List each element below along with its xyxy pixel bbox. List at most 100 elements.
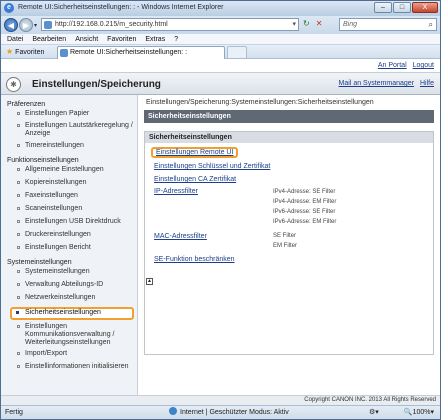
protected-mode-icon[interactable]: ⚙▾ [369,406,379,420]
ip-filter-value: IPv6-Adresse: SE Filter [273,209,336,215]
url-text[interactable]: http://192.168.0.215/m_security.html [55,21,168,28]
browser-window: e Remote UI:Sicherheitseinstellungen: : … [0,0,441,420]
sidebar-section-system: Systemeinstellungen [7,259,72,266]
status-text: Fertig [5,409,23,416]
sidebar-item-kommunikation[interactable]: Einstellungen Kommunikationsverwaltung /… [1,320,137,350]
menu-datei[interactable]: Datei [7,34,23,44]
zoom-icon: 🔍 [403,409,413,416]
copyright: Copyright CANON INC. 2013 All Rights Res… [1,395,440,405]
search-icon[interactable]: ⌕ [429,20,433,30]
tab-favicon-icon [60,49,68,57]
sidebar-item-label[interactable]: Einstellungen USB Direktdruck [25,218,121,225]
menu-help[interactable]: ? [174,34,178,44]
mac-filter-value: SE Filter [273,233,297,239]
sidebar-item-scan[interactable]: Scaneinstellungen [1,205,137,218]
sidebar-item-label[interactable]: Sicherheitseinstellungen [25,309,101,316]
sidebar-item-import-export[interactable]: Import/Export [1,350,137,363]
main-area: Einstellungen/Speicherung:Systemeinstell… [142,95,438,395]
sidebar-section-funktion: Funktionseinstellungen [7,157,79,164]
sidebar-item-label[interactable]: Scaneinstellungen [25,205,82,212]
sidebar-item-label[interactable]: Timereinstellungen [25,142,84,149]
sidebar-item-sicherheit[interactable]: Sicherheitseinstellungen [10,307,134,320]
minimize-button[interactable]: – [374,2,392,13]
browser-tab[interactable]: Remote UI:Sicherheitseinstellungen: : [57,46,225,59]
security-zone[interactable]: Internet | Geschützter Modus: Aktiv [169,406,289,420]
sidebar-item-label[interactable]: Faxeinstellungen [25,192,78,199]
sidebar-item-label[interactable]: Kopiereinstellungen [25,179,87,186]
bullet-icon [17,168,20,171]
help-link[interactable]: Hilfe [420,80,434,87]
title-bar: e Remote UI:Sicherheitseinstellungen: : … [1,1,440,16]
ip-filter-value: IPv4-Adresse: SE Filter [273,189,336,195]
sidebar-item-label[interactable]: Einstellungen Bericht [25,244,91,251]
zoom-level[interactable]: 🔍100%▾ [404,406,434,420]
url-dropdown-icon[interactable]: ▾ [292,20,296,28]
menu-ansicht[interactable]: Ansicht [75,34,98,44]
sidebar-item-label[interactable]: Einstellungen Kommunikationsverwaltung /… [25,323,115,346]
new-tab-button[interactable] [227,46,247,58]
sidebar-item-label[interactable]: Einstellungen Papier [25,110,89,117]
sidebar-item-label[interactable]: Verwaltung Abteilungs-ID [25,281,103,288]
sidebar-item-lautstaerke[interactable]: Einstellungen Lautstärkeregelung / Anzei… [1,122,137,142]
sidebar-item-abteilung[interactable]: Verwaltung Abteilungs-ID [1,281,137,294]
page-top-icon[interactable]: ▲ [146,278,153,285]
url-field[interactable]: http://192.168.0.215/m_security.html ▾ [41,18,299,31]
sidebar-item-label[interactable]: Einstellinformationen initialisieren [25,363,129,370]
back-button[interactable]: ◀ [4,18,18,32]
zoom-value: 100% [412,409,431,416]
sidebar-item-timer[interactable]: Timereinstellungen [1,142,137,155]
sidebar-item-system[interactable]: Systemeinstellungen [1,268,137,281]
tab-title: Remote UI:Sicherheitseinstellungen: : [70,49,188,56]
sidebar-item-bericht[interactable]: Einstellungen Bericht [1,244,137,257]
favorites-label: Favoriten [15,49,45,56]
panel-title: Sicherheitseinstellungen [145,132,433,143]
sidebar-item-kopie[interactable]: Kopiereinstellungen [1,179,137,192]
ca-certificate-link[interactable]: Einstellungen CA Zertifikat [154,176,236,183]
refresh-icon[interactable]: ↻ [303,19,310,28]
star-icon: ★ [6,47,14,56]
menu-favoriten[interactable]: Favoriten [107,34,136,44]
sidebar-item-label[interactable]: Systemeinstellungen [25,268,90,275]
mac-filter-link[interactable]: MAC-Adressfilter [154,233,207,240]
window-title: Remote UI:Sicherheitseinstellungen: : - … [18,4,224,11]
menu-bearbeiten[interactable]: Bearbeiten [32,34,66,44]
sidebar-item-label[interactable]: Allgemeine Einstellungen [25,166,104,173]
mac-filter-value: EM Filter [273,243,297,249]
sidebar: Präferenzen Einstellungen Papier Einstel… [1,95,138,395]
key-certificate-link[interactable]: Einstellungen Schlüssel und Zertifikat [154,163,270,170]
bullet-icon [17,194,20,197]
se-restrict-link[interactable]: SE-Funktion beschränken [154,256,235,263]
sidebar-item-label[interactable]: Import/Export [25,350,67,357]
menu-extras[interactable]: Extras [145,34,165,44]
sidebar-item-label[interactable]: Netzwerkeinstellungen [25,294,95,301]
ie-logo-icon: e [4,3,14,13]
sidebar-item-usb[interactable]: Einstellungen USB Direktdruck [1,218,137,231]
favorites-button[interactable]: ★ Favoriten [3,46,47,58]
bullet-icon [17,144,20,147]
close-button[interactable]: X [412,2,438,13]
sidebar-item-fax[interactable]: Faxeinstellungen [1,192,137,205]
bullet-icon [17,296,20,299]
sidebar-item-netzwerk[interactable]: Netzwerkeinstellungen [1,294,137,307]
history-dropdown-icon[interactable]: ▾ [34,22,37,29]
sidebar-item-initialisieren[interactable]: Einstellinformationen initialisieren [1,363,137,376]
sidebar-item-label[interactable]: Druckereinstellungen [25,231,91,238]
forward-button[interactable]: ▶ [19,18,33,32]
stop-icon[interactable]: ✕ [316,19,323,28]
page-content: An Portal Logout ✱ Einstellungen/Speiche… [1,59,440,405]
bullet-icon [17,325,20,328]
portal-link[interactable]: An Portal [378,62,407,69]
bullet-icon [17,207,20,210]
ip-filter-link[interactable]: IP-Adressfilter [154,188,198,195]
ip-filter-value: IPv4-Adresse: EM Filter [273,199,337,205]
sidebar-item-allgemein[interactable]: Allgemeine Einstellungen [1,166,137,179]
logout-link[interactable]: Logout [413,62,434,69]
search-field[interactable]: Bing ⌕ [339,18,437,31]
maximize-button[interactable]: □ [393,2,411,13]
mail-admin-link[interactable]: Mail an Systemmanager [339,80,414,87]
remote-ui-settings-link[interactable]: Einstellungen Remote UI [151,147,239,158]
sidebar-item-papier[interactable]: Einstellungen Papier [1,110,137,122]
sidebar-item-drucker[interactable]: Druckereinstellungen [1,231,137,244]
sidebar-item-label[interactable]: Einstellungen Lautstärkeregelung / Anzei… [25,122,133,137]
bullet-icon [17,233,20,236]
